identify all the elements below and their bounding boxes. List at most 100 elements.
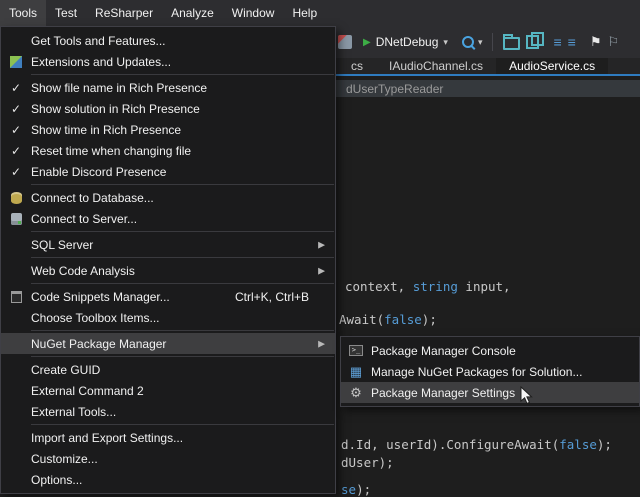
menu-item-label: Connect to Database... — [31, 191, 335, 205]
menu-item-label: Web Code Analysis — [31, 264, 335, 278]
menu-analyze[interactable]: Analyze — [162, 0, 223, 26]
menu-item-choose-toolbox-items[interactable]: Choose Toolbox Items... — [1, 307, 335, 328]
toolbar-separator — [492, 33, 493, 51]
code-keyword: false — [559, 437, 597, 452]
menu-item-customize[interactable]: Customize... — [1, 448, 335, 469]
menu-item-get-tools-and-features[interactable]: Get Tools and Features... — [1, 30, 335, 51]
toggle-bookmark-button[interactable]: ⚑ — [587, 30, 605, 54]
menu-item-show-file-name[interactable]: ✓ Show file name in Rich Presence — [1, 77, 335, 98]
tab-iaudiochannel[interactable]: IAudioChannel.cs — [376, 58, 496, 74]
check-icon: ✓ — [11, 165, 21, 179]
menu-item-web-code-analysis[interactable]: Web Code Analysis ▶ — [1, 260, 335, 281]
menu-item-label: Get Tools and Features... — [31, 34, 335, 48]
menu-item-create-guid[interactable]: Create GUID — [1, 359, 335, 380]
packages-grid-icon: ▦ — [350, 365, 362, 378]
flag-icon: ⚐ — [607, 34, 619, 50]
menu-gutter — [1, 291, 31, 303]
menu-item-label: Reset time when changing file — [31, 144, 335, 158]
menu-item-label: Connect to Server... — [31, 212, 335, 226]
check-icon: ✓ — [11, 123, 21, 137]
mouse-cursor — [520, 386, 534, 406]
menu-item-manage-nuget-packages-solution[interactable]: ▦ Manage NuGet Packages for Solution... — [341, 361, 639, 382]
code-keyword: false — [384, 312, 422, 327]
menu-item-shortcut: Ctrl+K, Ctrl+B — [235, 290, 309, 304]
menu-item-connect-to-server[interactable]: Connect to Server... — [1, 208, 335, 229]
menu-label: Window — [232, 6, 275, 20]
menu-gutter: >_ — [341, 345, 371, 356]
indent-button[interactable]: ≡ — [565, 30, 579, 54]
code-text: ); — [597, 437, 612, 452]
code-line: context, string input, — [345, 279, 511, 294]
next-bookmark-button[interactable]: ⚐ — [604, 30, 622, 54]
menu-item-external-tools[interactable]: External Tools... — [1, 401, 335, 422]
menu-gutter: ✓ — [1, 102, 31, 116]
tools-dropdown-menu: Get Tools and Features... Extensions and… — [0, 26, 336, 494]
menu-gutter: ▦ — [341, 365, 371, 378]
tab-label: IAudioChannel.cs — [389, 59, 483, 73]
menu-separator — [31, 184, 334, 185]
menu-item-label: Show file name in Rich Presence — [31, 81, 335, 95]
menu-item-label: Import and Export Settings... — [31, 431, 335, 445]
menu-item-label: Package Manager Console — [371, 344, 639, 358]
visual-studio-window: context, string input, Await(false); d.I… — [0, 0, 640, 497]
menu-item-import-export-settings[interactable]: Import and Export Settings... — [1, 427, 335, 448]
profiler-button[interactable]: ▾ — [459, 30, 486, 54]
code-line: dUser); — [341, 455, 394, 470]
chevron-down-icon: ▾ — [443, 37, 448, 48]
server-icon — [11, 213, 22, 225]
menu-gutter: ⚙ — [341, 386, 371, 399]
menu-item-label: NuGet Package Manager — [31, 337, 335, 351]
menu-item-show-solution[interactable]: ✓ Show solution in Rich Presence — [1, 98, 335, 119]
toolbar-misc-icon[interactable] — [338, 35, 352, 49]
menu-item-connect-to-database[interactable]: Connect to Database... — [1, 187, 335, 208]
code-text: Await( — [339, 312, 384, 327]
console-prompt: >_ — [352, 347, 360, 354]
menu-item-package-manager-settings[interactable]: ⚙ Package Manager Settings — [341, 382, 639, 403]
menu-window[interactable]: Window — [223, 0, 284, 26]
menu-bar: Tools Test ReSharper Analyze Window Help — [0, 0, 640, 26]
check-icon: ✓ — [11, 102, 21, 116]
menu-item-external-command-2[interactable]: External Command 2 — [1, 380, 335, 401]
menu-separator — [31, 257, 334, 258]
tab-partial[interactable]: cs — [338, 58, 376, 74]
menu-item-enable-discord-presence[interactable]: ✓ Enable Discord Presence — [1, 161, 335, 182]
tab-audioservice[interactable]: AudioService.cs — [496, 58, 608, 74]
menu-label: ReSharper — [95, 6, 153, 20]
menu-separator — [31, 330, 334, 331]
submenu-arrow-icon: ▶ — [318, 265, 325, 276]
menu-item-label: Enable Discord Presence — [31, 165, 335, 179]
outdent-icon: ≡ — [553, 34, 561, 50]
start-debugging-button[interactable]: ▶ DNetDebug ▾ — [360, 30, 451, 54]
menu-item-reset-time[interactable]: ✓ Reset time when changing file — [1, 140, 335, 161]
menu-label: Tools — [9, 6, 37, 20]
menu-item-options[interactable]: Options... — [1, 469, 335, 490]
menu-test[interactable]: Test — [46, 0, 86, 26]
menu-gutter: ✓ — [1, 81, 31, 95]
menu-item-package-manager-console[interactable]: >_ Package Manager Console — [341, 340, 639, 361]
menu-item-label: Extensions and Updates... — [31, 55, 335, 69]
menu-item-label: Options... — [31, 473, 335, 487]
menu-resharper[interactable]: ReSharper — [86, 0, 162, 26]
outdent-button[interactable]: ≡ — [550, 30, 564, 54]
menu-gutter — [1, 56, 31, 68]
copy-button[interactable] — [523, 30, 542, 54]
menu-item-label: External Tools... — [31, 405, 335, 419]
menu-tools[interactable]: Tools — [0, 0, 46, 26]
tab-label: cs — [351, 59, 363, 73]
menu-item-sql-server[interactable]: SQL Server ▶ — [1, 234, 335, 255]
menu-item-extensions-and-updates[interactable]: Extensions and Updates... — [1, 51, 335, 72]
menu-item-show-time[interactable]: ✓ Show time in Rich Presence — [1, 119, 335, 140]
code-line: d.Id, userId).ConfigureAwait(false); — [341, 437, 612, 452]
menu-item-label: Show time in Rich Presence — [31, 123, 335, 137]
code-text: d.Id, userId).ConfigureAwait( — [341, 437, 559, 452]
bookmark-icon: ⚑ — [590, 34, 602, 50]
open-folder-button[interactable] — [500, 30, 523, 54]
magnifier-icon — [462, 36, 474, 48]
gear-icon: ⚙ — [350, 386, 362, 399]
code-text: input, — [458, 279, 511, 294]
menu-help[interactable]: Help — [283, 0, 326, 26]
menu-label: Analyze — [171, 6, 214, 20]
menu-item-code-snippets-manager[interactable]: Code Snippets Manager... Ctrl+K, Ctrl+B — [1, 286, 335, 307]
breadcrumb: dUserTypeReader — [346, 82, 443, 96]
menu-item-nuget-package-manager[interactable]: NuGet Package Manager ▶ — [1, 333, 335, 354]
